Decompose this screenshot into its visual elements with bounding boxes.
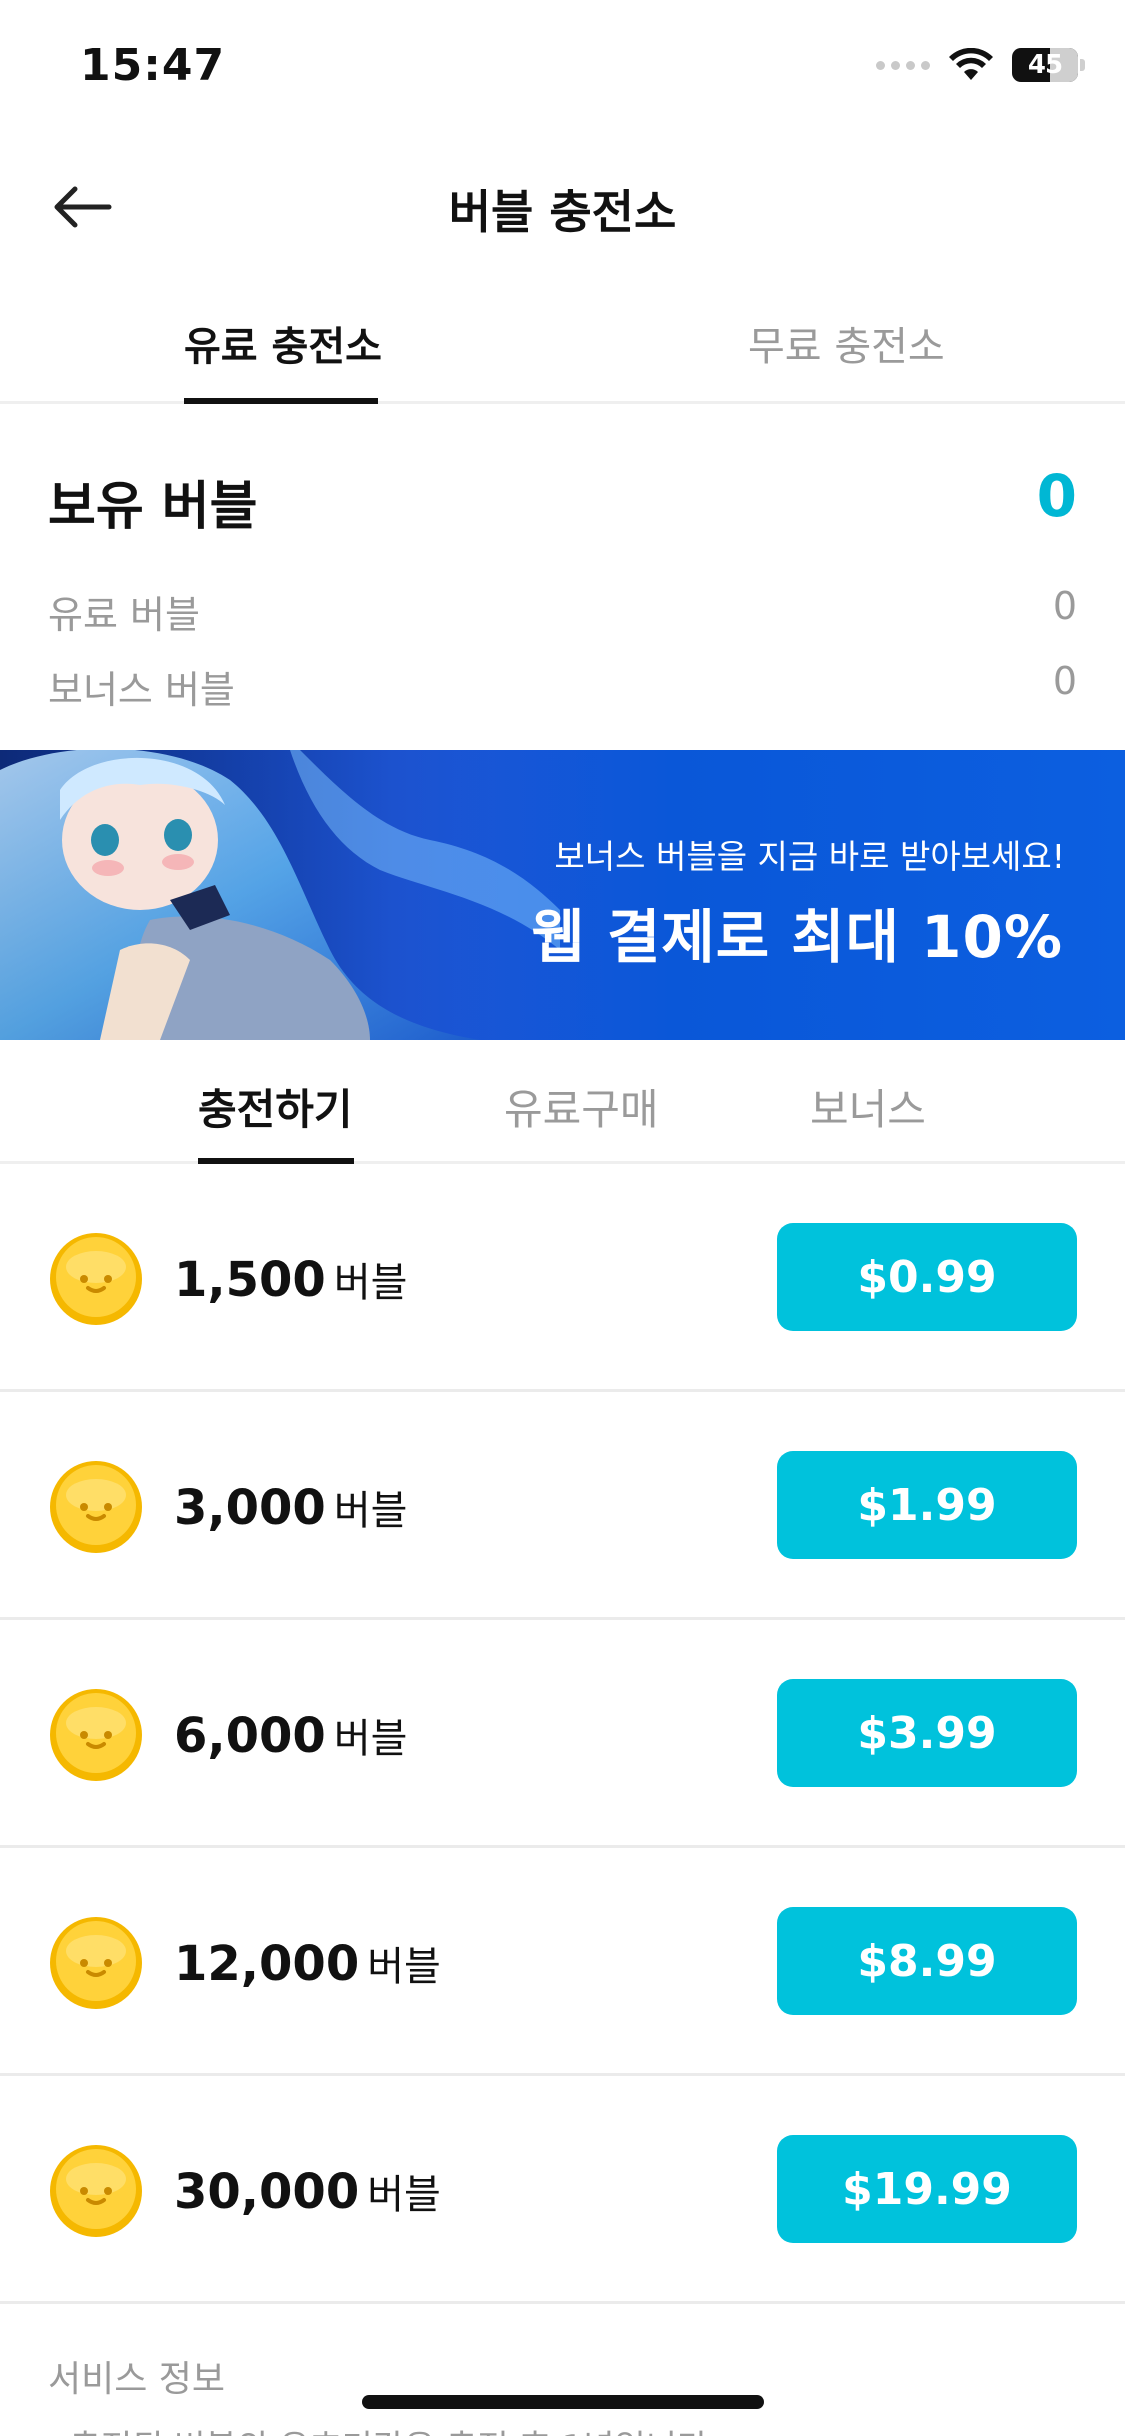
bubble-coin-icon — [50, 1689, 142, 1781]
balance-title: 보유 버블 — [48, 477, 258, 537]
balance-total: 0 — [1036, 462, 1077, 530]
sub-tabs: 충전하기 유료구매 보너스 — [0, 1040, 1125, 1164]
buy-button[interactable]: $0.99 — [777, 1223, 1077, 1331]
wifi-icon — [949, 48, 993, 80]
bubble-product-list: 1,500 버블 $0.99 3,000 버블 $1.99 6,000 버블 $3.9… — [0, 1164, 1125, 2304]
product-amount: 6,000 버블 — [174, 1708, 408, 1764]
status-bar: 15:47 45 — [0, 0, 1125, 130]
home-indicator — [362, 2395, 764, 2409]
buy-button[interactable]: $3.99 — [777, 1679, 1077, 1787]
tab-charge[interactable]: 충전하기 — [198, 1076, 353, 1137]
bubble-coin-icon — [50, 1461, 142, 1553]
product-row: 30,000 버블 $19.99 — [0, 2076, 1125, 2304]
product-amount: 1,500 버블 — [174, 1252, 408, 1308]
top-tabs: 유료 충전소 무료 충전소 — [0, 300, 1125, 404]
tab-free-charging[interactable]: 무료 충전소 — [748, 314, 945, 372]
battery-cap — [1080, 59, 1085, 71]
product-amount: 30,000 버블 — [174, 2164, 441, 2220]
cellular-signal-icon — [876, 60, 930, 70]
banner-subtitle: 보너스 버블을 지금 바로 받아보세요! — [554, 837, 1065, 876]
buy-button[interactable]: $8.99 — [777, 1907, 1077, 2015]
bubble-coin-icon — [50, 2145, 142, 2237]
product-row: 3,000 버블 $1.99 — [0, 1392, 1125, 1620]
paid-bubble-value: 0 — [1052, 584, 1077, 628]
banner-headline: 웹 결제로 최대 10% — [531, 903, 1063, 971]
battery-icon: 45 — [1012, 48, 1078, 82]
tab-paid-purchase[interactable]: 유료구매 — [504, 1076, 659, 1137]
bonus-bubble-label: 보너스 버블 — [48, 668, 235, 712]
product-amount: 3,000 버블 — [174, 1480, 408, 1536]
service-info-title: 서비스 정보 — [48, 2359, 226, 2400]
header: 버블 충전소 — [0, 150, 1125, 260]
battery-level: 45 — [1027, 50, 1063, 80]
product-row: 12,000 버블 $8.99 — [0, 1848, 1125, 2076]
product-amount: 12,000 버블 — [174, 1936, 441, 1992]
buy-button[interactable]: $1.99 — [777, 1451, 1077, 1559]
status-time: 15:47 — [80, 40, 226, 91]
status-icons: 45 — [876, 48, 1085, 82]
paid-bubble-label: 유료 버블 — [48, 593, 200, 637]
bonus-bubble-value: 0 — [1052, 659, 1077, 703]
page-title: 버블 충전소 — [448, 185, 677, 239]
bubble-coin-icon — [50, 1233, 142, 1325]
buy-button[interactable]: $19.99 — [777, 2135, 1077, 2243]
bubble-coin-icon — [50, 1917, 142, 2009]
bubble-balance: 보유 버블 0 유료 버블 0 보너스 버블 0 — [0, 404, 1125, 750]
service-info-note: · 충전된 버블의 유효기간은 충전 후 1년입니다. — [48, 2420, 719, 2436]
web-payment-promo-banner[interactable]: 보너스 버블을 지금 바로 받아보세요! 웹 결제로 최대 10% — [0, 750, 1125, 1040]
tab-paid-charging[interactable]: 유료 충전소 — [184, 314, 382, 372]
product-row: 1,500 버블 $0.99 — [0, 1164, 1125, 1392]
product-row: 6,000 버블 $3.99 — [0, 1620, 1125, 1848]
tab-bonus[interactable]: 보너스 — [810, 1076, 926, 1137]
anime-character-illustration — [0, 750, 560, 1040]
